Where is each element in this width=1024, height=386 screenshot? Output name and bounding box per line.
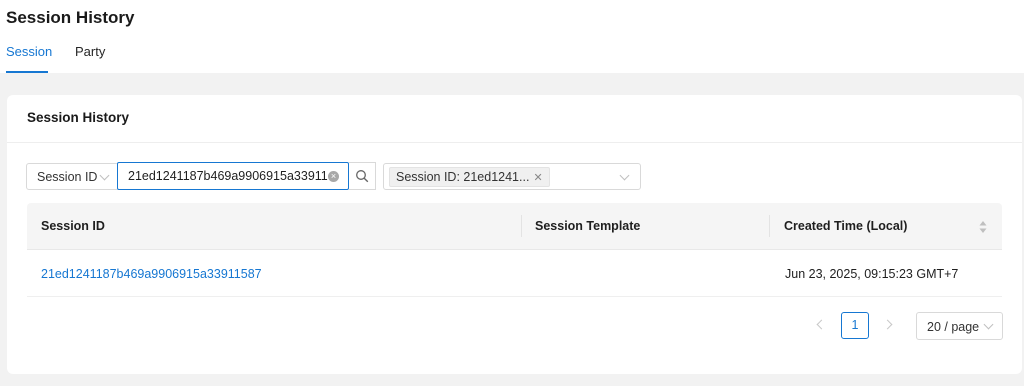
tag-close-icon[interactable]: ✕	[533, 172, 542, 184]
tab-session[interactable]: Session	[6, 44, 52, 59]
page-size-label: 20 / page	[927, 320, 980, 334]
column-header-created-time[interactable]: Created Time (Local)	[784, 219, 907, 233]
page-title: Session History	[6, 8, 135, 27]
search-input[interactable]: 21ed1241187b469a9906915a33911587 ×	[117, 162, 349, 190]
filter-tag-label: Session ID: 21ed1241...	[396, 170, 530, 184]
active-tab-indicator	[6, 71, 48, 73]
session-history-card: Session History Session ID 21ed1241187b4…	[7, 95, 1022, 374]
table-header: Session ID Session Template Created Time…	[27, 203, 1002, 250]
chevron-down-icon[interactable]	[619, 170, 630, 181]
search-button[interactable]	[349, 162, 376, 190]
tab-party[interactable]: Party	[75, 44, 105, 59]
table-row: 21ed1241187b469a9906915a33911587 Jun 23,…	[27, 250, 1002, 297]
search-icon	[356, 170, 369, 183]
filter-tag: Session ID: 21ed1241... ✕	[389, 167, 550, 187]
session-id-link[interactable]: 21ed1241187b469a9906915a33911587	[41, 267, 262, 281]
page-size-select[interactable]: 20 / page	[916, 312, 1003, 340]
chevron-down-icon	[983, 319, 994, 330]
sort-icon[interactable]	[979, 220, 987, 234]
next-page-button[interactable]	[882, 313, 896, 337]
page-header: Session History Session Party	[0, 0, 1024, 73]
column-divider	[769, 215, 770, 237]
chevron-left-icon	[816, 319, 827, 330]
card-title: Session History	[27, 110, 130, 125]
column-header-session-template: Session Template	[535, 219, 641, 233]
close-circle-icon[interactable]: ×	[328, 171, 339, 182]
search-field-label: Session ID	[37, 170, 98, 184]
column-header-session-id: Session ID	[41, 219, 105, 233]
search-input-value[interactable]: 21ed1241187b469a9906915a33911587	[128, 169, 328, 183]
applied-filters-select[interactable]: Session ID: 21ed1241... ✕	[383, 163, 641, 190]
page-number-button[interactable]: 1	[841, 312, 869, 339]
created-time-cell: Jun 23, 2025, 09:15:23 GMT+7	[785, 267, 959, 281]
previous-page-button[interactable]	[814, 313, 828, 337]
divider	[7, 142, 1022, 143]
chevron-down-icon	[99, 170, 110, 181]
search-field-select[interactable]: Session ID	[26, 163, 119, 190]
chevron-right-icon	[882, 319, 893, 330]
column-divider	[521, 215, 522, 237]
